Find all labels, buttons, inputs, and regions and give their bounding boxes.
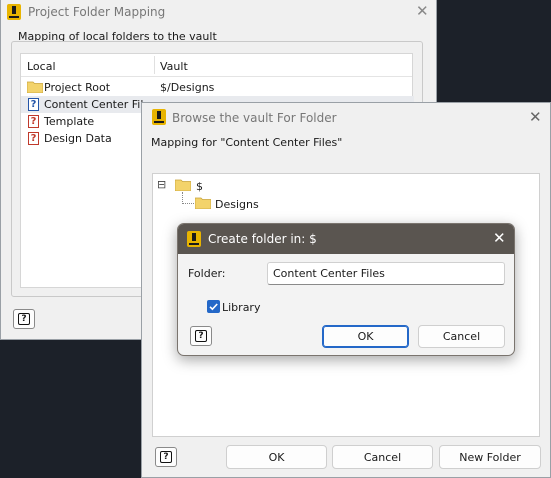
- list-header: Local Vault: [21, 54, 412, 77]
- new-folder-button[interactable]: New Folder: [439, 445, 541, 469]
- tree-collapse-toggle[interactable]: ⊟: [157, 179, 166, 190]
- help-icon: ?: [195, 330, 207, 342]
- library-checkbox[interactable]: [207, 300, 220, 313]
- folder-icon: [27, 81, 43, 93]
- row-local-name: Design Data: [44, 132, 112, 145]
- browse-help-button[interactable]: ?: [155, 447, 177, 467]
- vault-app-icon: [152, 109, 166, 125]
- row-local-name: Template: [44, 115, 95, 128]
- create-folder-dialog: Create folder in: $ ✕ Folder: Content Ce…: [177, 223, 515, 356]
- table-row[interactable]: Project Root $/Designs: [21, 79, 414, 96]
- row-local-name: Project Root: [44, 81, 111, 94]
- create-folder-close-button[interactable]: ✕: [493, 231, 506, 246]
- help-icon: ?: [160, 451, 172, 463]
- row-vault-path: $/Designs: [160, 81, 215, 94]
- checkmark-icon: [209, 303, 218, 311]
- tree-connector-line: [182, 203, 194, 205]
- red-question-icon: ?: [28, 115, 39, 128]
- browse-cancel-button[interactable]: Cancel: [332, 445, 433, 469]
- tree-node-designs[interactable]: Designs: [215, 198, 259, 211]
- browse-window-title: Browse the vault For Folder: [172, 111, 337, 125]
- mapping-help-button[interactable]: ?: [13, 309, 35, 329]
- mapping-window-title: Project Folder Mapping: [28, 5, 166, 19]
- column-divider[interactable]: [154, 56, 155, 74]
- mapping-close-button[interactable]: ✕: [416, 4, 429, 19]
- create-folder-cancel-button[interactable]: Cancel: [418, 325, 505, 348]
- folder-icon: [195, 197, 211, 209]
- vault-app-icon: [187, 231, 201, 247]
- vault-app-icon: [7, 4, 21, 20]
- browse-close-button[interactable]: ✕: [529, 110, 542, 125]
- folder-name-input[interactable]: Content Center Files: [267, 262, 505, 285]
- help-icon: ?: [18, 313, 30, 325]
- folder-field-label: Folder:: [188, 267, 226, 280]
- column-header-vault[interactable]: Vault: [160, 60, 188, 73]
- browse-titlebar: Browse the vault For Folder ✕: [142, 103, 550, 131]
- folder-icon: [175, 179, 191, 191]
- create-folder-titlebar: Create folder in: $ ✕: [178, 224, 514, 254]
- folder-name-value: Content Center Files: [273, 267, 385, 280]
- mapping-for-label: Mapping for "Content Center Files": [151, 136, 343, 149]
- question-icon: ?: [28, 98, 39, 111]
- create-folder-help-button[interactable]: ?: [190, 326, 212, 346]
- create-folder-title: Create folder in: $: [208, 232, 317, 246]
- browse-ok-button[interactable]: OK: [226, 445, 327, 469]
- red-question-icon: ?: [28, 132, 39, 145]
- mapping-titlebar: Project Folder Mapping ✕: [1, 0, 436, 24]
- create-folder-ok-button[interactable]: OK: [322, 325, 409, 348]
- tree-node-root[interactable]: $: [196, 180, 203, 193]
- library-checkbox-label[interactable]: Library: [222, 301, 260, 314]
- column-header-local[interactable]: Local: [27, 60, 56, 73]
- row-local-name: Content Center Files: [44, 98, 156, 111]
